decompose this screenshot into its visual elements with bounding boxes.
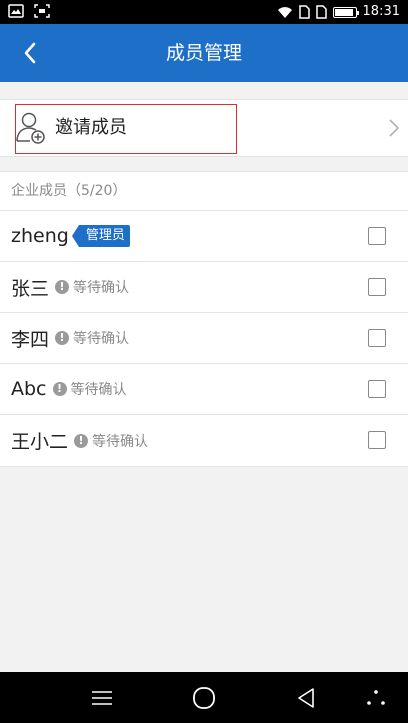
status-bar: 18:31 [0,0,408,24]
member-row-wangxiaoer[interactable]: 王小二 ! 等待确认 [0,415,408,466]
member-name: 李四 [11,328,50,351]
more-button[interactable] [362,684,390,712]
status-right-icons: 18:31 [277,3,400,21]
invite-member-button[interactable]: 邀请成员 [0,99,408,157]
member-checkbox[interactable] [368,329,386,347]
battery-level [334,8,353,16]
menu-button[interactable] [88,684,116,712]
screen: 18:31 成员管理 邀请成员 企业成员（5/20） zheng 管理员 张三 … [0,0,408,723]
screenshot-notification-icon [34,4,50,18]
wifi-icon [277,6,292,18]
member-name: 张三 [11,277,50,300]
navigation-bar [0,672,408,723]
dots-icon [367,690,385,705]
page-title: 成员管理 [165,42,242,64]
sim-card-2-icon [315,5,327,19]
pending-status: 等待确认 [92,433,149,450]
picture-notification-icon [8,4,24,18]
pending-alert-icon: ! [52,382,67,396]
member-name: zheng [11,225,69,247]
member-checkbox[interactable] [368,380,386,398]
home-circle-icon [193,687,215,709]
member-row-zheng[interactable]: zheng 管理员 [0,211,408,262]
admin-badge: 管理员 [71,225,130,247]
pending-status: 等待确认 [73,280,130,296]
pending-alert-icon: ! [55,280,70,294]
members-list: 企业成员（5/20） zheng 管理员 张三 ! 等待确认 李四 ! 等待确认… [0,171,408,467]
member-name: Abc [11,378,47,400]
chevron-right-icon [389,119,400,137]
member-row-zhangsan[interactable]: 张三 ! 等待确认 [0,262,408,313]
pending-alert-icon: ! [55,331,70,345]
pending-status: 等待确认 [70,382,127,398]
member-row-abc[interactable]: Abc ! 等待确认 [0,364,408,415]
sim-card-icon [298,5,310,19]
home-button[interactable] [190,684,218,712]
pending-status: 等待确认 [73,331,130,347]
app-header: 成员管理 [0,24,408,82]
member-checkbox[interactable] [368,227,386,245]
member-name: 王小二 [11,431,69,453]
add-user-icon [16,112,45,144]
status-time: 18:31 [362,4,400,19]
menu-icon [92,691,112,705]
invite-member-label: 邀请成员 [55,117,127,138]
triangle-back-icon [298,688,314,708]
battery-icon [332,6,359,18]
member-checkbox[interactable] [368,278,386,296]
members-section-title: 企业成员（5/20） [0,172,408,211]
pending-alert-icon: ! [74,433,89,448]
back-nav-button[interactable] [292,684,320,712]
status-left-icons [8,4,50,18]
member-row-lisi[interactable]: 李四 ! 等待确认 [0,313,408,364]
member-checkbox[interactable] [368,431,386,449]
